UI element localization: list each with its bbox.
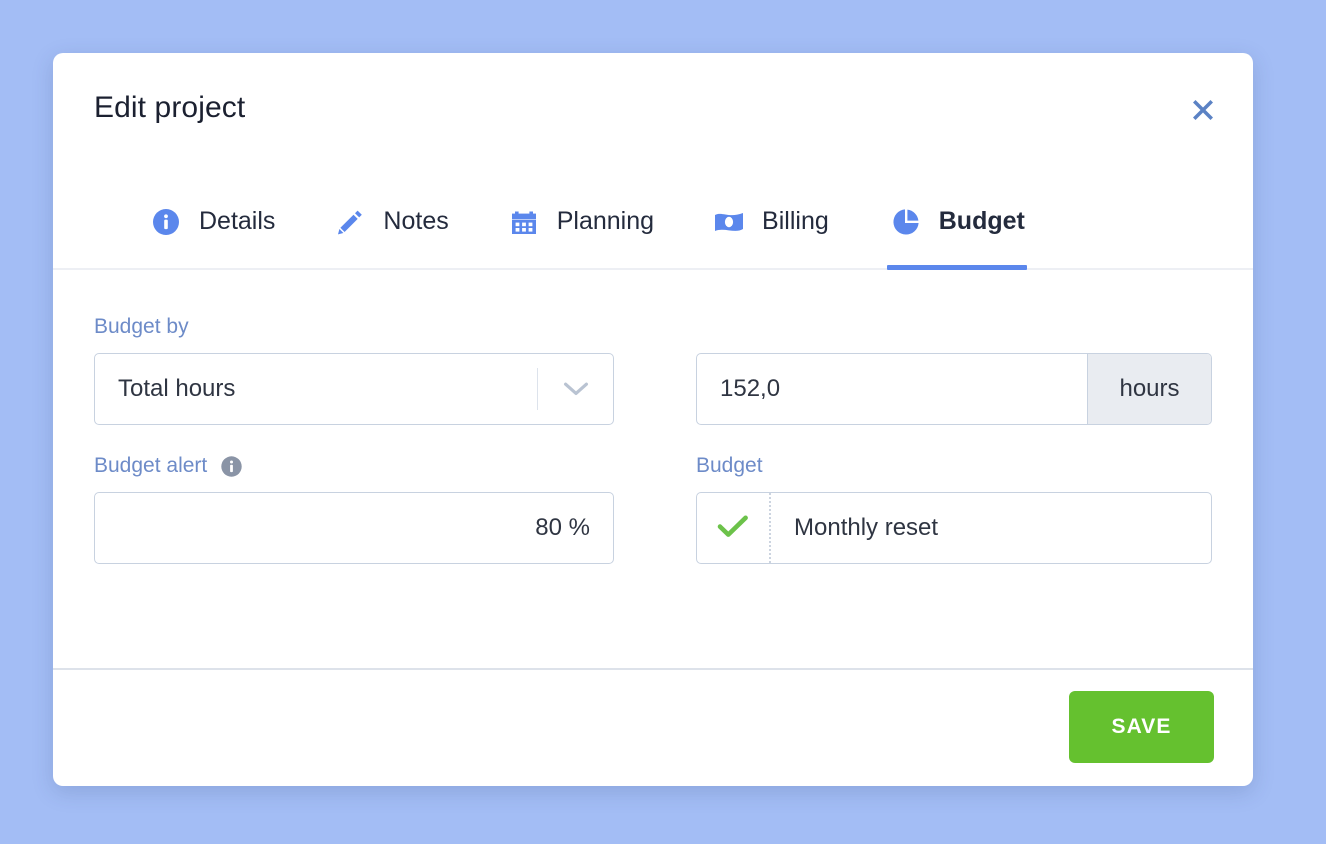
tab-budget[interactable]: Budget [887, 175, 1027, 268]
tab-details[interactable]: Details [149, 175, 275, 268]
dialog-header: Edit project [53, 53, 1253, 175]
budget-label: Budget [696, 453, 1212, 479]
pencil-icon [333, 205, 367, 239]
info-circle-icon[interactable] [220, 455, 243, 478]
budget-amount-input-group[interactable]: 152,0 hours [696, 353, 1212, 425]
budget-alert-field: Budget alert 80 % [94, 453, 614, 564]
tab-label: Budget [939, 207, 1025, 236]
chevron-down-icon[interactable] [537, 368, 613, 410]
tab-planning[interactable]: Planning [507, 175, 654, 268]
calendar-icon [507, 205, 541, 239]
save-button[interactable]: SAVE [1069, 691, 1214, 763]
monthly-reset-label: Monthly reset [771, 493, 938, 563]
banknote-icon [712, 205, 746, 239]
budget-reset-field: Budget Monthly reset [696, 453, 1212, 564]
budget-amount-field: 152,0 hours [696, 314, 1212, 425]
page-title: Edit project [94, 91, 245, 125]
tab-label: Planning [557, 207, 654, 236]
edit-project-dialog: Edit project Details [53, 53, 1253, 786]
tab-label: Billing [762, 207, 829, 236]
close-icon [1186, 93, 1220, 130]
budget-form: Budget by Total hours 152,0 hours [94, 314, 1212, 564]
budget-alert-label: Budget alert [94, 453, 614, 479]
budget-alert-label-text: Budget alert [94, 454, 207, 478]
budget-by-value: Total hours [95, 354, 537, 424]
tab-label: Details [199, 207, 275, 236]
budget-by-field: Budget by Total hours [94, 314, 614, 425]
check-icon [717, 513, 749, 544]
budget-amount-label-spacer [696, 314, 1212, 340]
tab-notes[interactable]: Notes [333, 175, 448, 268]
budget-alert-value[interactable]: 80 % [95, 493, 613, 563]
budget-by-label: Budget by [94, 314, 614, 340]
dialog-body: Budget by Total hours 152,0 hours [53, 270, 1253, 664]
info-circle-icon [149, 205, 183, 239]
tab-billing[interactable]: Billing [712, 175, 829, 268]
dialog-footer: SAVE [53, 668, 1253, 786]
close-button[interactable] [1181, 89, 1225, 133]
monthly-reset-checkbox-row[interactable]: Monthly reset [696, 492, 1212, 564]
budget-alert-input[interactable]: 80 % [94, 492, 614, 564]
dialog-tabbar: Details Notes [53, 175, 1253, 270]
budget-amount-input[interactable]: 152,0 [697, 354, 1087, 424]
budget-amount-unit: hours [1087, 354, 1211, 424]
budget-by-select[interactable]: Total hours [94, 353, 614, 425]
pie-chart-icon [889, 205, 923, 239]
monthly-reset-checkbox[interactable] [697, 493, 771, 563]
tab-label: Notes [383, 207, 448, 236]
